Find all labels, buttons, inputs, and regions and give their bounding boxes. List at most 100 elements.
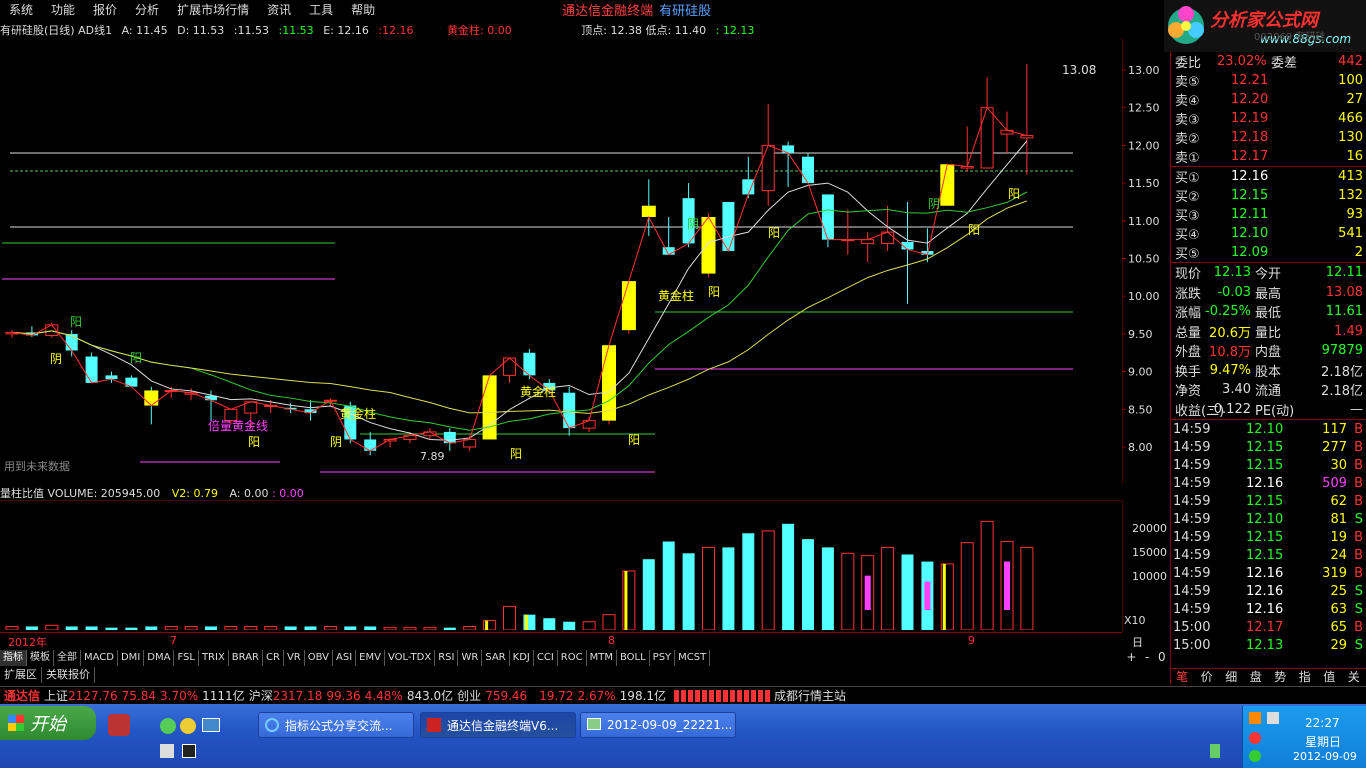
tab-related-quotes[interactable]: 关联报价 [42, 667, 95, 683]
volume-bar[interactable] [861, 555, 875, 630]
menu-function[interactable]: 功能 [42, 1, 84, 18]
volume-bar[interactable] [45, 624, 59, 630]
volume-bar[interactable] [364, 626, 377, 630]
volume-bar[interactable] [602, 614, 616, 630]
tick-row[interactable]: 14:59 12.15 277 B [1171, 440, 1366, 458]
volume-bar[interactable] [443, 627, 456, 630]
quicklaunch-desktop-icon[interactable] [202, 718, 220, 732]
volume-bar[interactable] [304, 626, 317, 630]
candle[interactable] [782, 141, 795, 187]
candle[interactable] [85, 352, 98, 383]
buy-row[interactable]: 买④ 12.10 541 [1171, 224, 1366, 243]
volume-bar[interactable] [483, 620, 497, 630]
candle[interactable] [662, 217, 675, 255]
sell-row[interactable]: 卖③ 12.19 466 [1171, 109, 1366, 128]
tab-indicator[interactable]: ROC [558, 650, 587, 666]
menu-help[interactable]: 帮助 [342, 1, 384, 18]
tab-indicator[interactable]: KDJ [510, 650, 534, 666]
sh-label[interactable]: 上证 [44, 687, 68, 704]
sell-row[interactable]: 卖⑤ 12.21 100 [1171, 71, 1366, 90]
volume-bar[interactable] [682, 553, 695, 630]
candle[interactable] [841, 209, 855, 255]
volume-bar[interactable] [323, 625, 337, 630]
candle[interactable] [621, 281, 636, 334]
volume-bar[interactable] [264, 625, 278, 630]
volume-bar[interactable] [1000, 541, 1014, 631]
volume-bar[interactable] [205, 626, 217, 630]
tab-extension-area[interactable]: 扩展区 [0, 667, 42, 683]
right-tab[interactable]: 值 [1317, 669, 1342, 684]
volume-bar[interactable] [881, 546, 895, 630]
hs-label[interactable]: 沪深 [249, 687, 273, 704]
tray-icon-1[interactable] [1249, 712, 1261, 724]
tick-row[interactable]: 14:59 12.15 19 B [1171, 530, 1366, 548]
volume-bar[interactable] [145, 626, 158, 630]
zoom-in-button[interactable]: + [1126, 650, 1136, 666]
candle[interactable] [802, 152, 814, 184]
volume-bar[interactable] [543, 618, 556, 630]
tab-indicator[interactable]: BRAR [229, 650, 263, 666]
tab-indicator[interactable]: VR [284, 650, 305, 666]
volume-bar[interactable] [622, 570, 636, 630]
volume-bar[interactable] [383, 627, 397, 630]
volume-bar[interactable] [284, 626, 297, 630]
tab-indicator[interactable]: DMA [144, 650, 175, 666]
volume-bar[interactable] [125, 627, 138, 630]
volume-bar[interactable] [423, 627, 437, 630]
quicklaunch-browser-icon[interactable] [160, 718, 176, 734]
right-tab[interactable]: 关 [1342, 669, 1366, 684]
candlestick-chart[interactable]: 13.087.89阳阴 阳阴阳阳阳阳阴阳阴阳阳黄金柱黄金柱黄金柱倍量黄金线用到未来… [0, 38, 1122, 484]
candle[interactable] [881, 205, 895, 251]
tab-indicator[interactable]: WR [458, 650, 483, 666]
volume-bar[interactable] [25, 626, 38, 630]
tab-indicator[interactable]: 指标 [0, 650, 27, 666]
candle[interactable] [482, 375, 497, 440]
right-tab[interactable]: 笔 [1170, 669, 1195, 684]
tab-indicator[interactable]: TRIX [199, 650, 229, 666]
right-tab[interactable]: 盘 [1244, 669, 1269, 684]
volume-bar[interactable] [662, 541, 675, 631]
menu-analysis[interactable]: 分析 [126, 1, 168, 18]
menu-quote[interactable]: 报价 [84, 1, 126, 18]
tick-row[interactable]: 14:59 12.10 117 B [1171, 422, 1366, 440]
candle[interactable] [861, 232, 875, 263]
tray-security-icon[interactable] [1249, 732, 1261, 744]
volume-bar[interactable] [761, 530, 775, 630]
candle[interactable] [1020, 63, 1034, 175]
tick-row[interactable]: 14:59 12.16 319 B [1171, 566, 1366, 584]
right-tab[interactable]: 指 [1293, 669, 1318, 684]
tab-indicator[interactable]: SAR [482, 650, 510, 666]
zoom-reset-button[interactable]: 0 [1158, 650, 1166, 666]
volume-bar[interactable] [224, 625, 238, 630]
buy-row[interactable]: 买⑤ 12.09 2 [1171, 243, 1366, 262]
tab-indicator[interactable]: BOLL [617, 650, 650, 666]
sell-row[interactable]: 卖④ 12.20 27 [1171, 90, 1366, 109]
tab-indicator[interactable]: MTM [587, 650, 617, 666]
tab-indicator[interactable]: VOL-TDX [385, 650, 436, 666]
volume-bar[interactable] [244, 625, 258, 630]
tab-indicator[interactable]: EMV [356, 650, 385, 666]
volume-chart[interactable] [0, 500, 1122, 630]
volume-bar[interactable] [105, 627, 118, 630]
right-tab[interactable]: 势 [1268, 669, 1293, 684]
tick-row[interactable]: 14:59 12.16 509 B [1171, 476, 1366, 494]
server-site[interactable]: 成都行情主站 [774, 687, 846, 704]
menu-tools[interactable]: 工具 [300, 1, 342, 18]
volume-bar[interactable] [184, 625, 198, 630]
volume-bar[interactable] [742, 533, 755, 630]
quicklaunch-keyboard-icon[interactable] [160, 744, 174, 758]
tick-row[interactable]: 14:59 12.16 25 S [1171, 584, 1366, 602]
quicklaunch-add-icon[interactable] [180, 718, 196, 734]
tick-row[interactable]: 15:00 12.13 29 S [1171, 638, 1366, 656]
candle[interactable] [602, 345, 616, 425]
volume-bar[interactable] [582, 621, 596, 630]
menu-system[interactable]: 系统 [0, 1, 42, 18]
right-tab[interactable]: 价 [1195, 669, 1220, 684]
buy-row[interactable]: 买② 12.15 132 [1171, 186, 1366, 205]
tab-indicator[interactable]: DMI [118, 650, 145, 666]
volume-bar[interactable] [344, 626, 357, 630]
tray-network-icon[interactable] [1267, 712, 1279, 724]
volume-bar[interactable] [563, 621, 576, 630]
tick-row[interactable]: 14:59 12.15 62 B [1171, 494, 1366, 512]
volume-bar[interactable] [802, 539, 814, 630]
